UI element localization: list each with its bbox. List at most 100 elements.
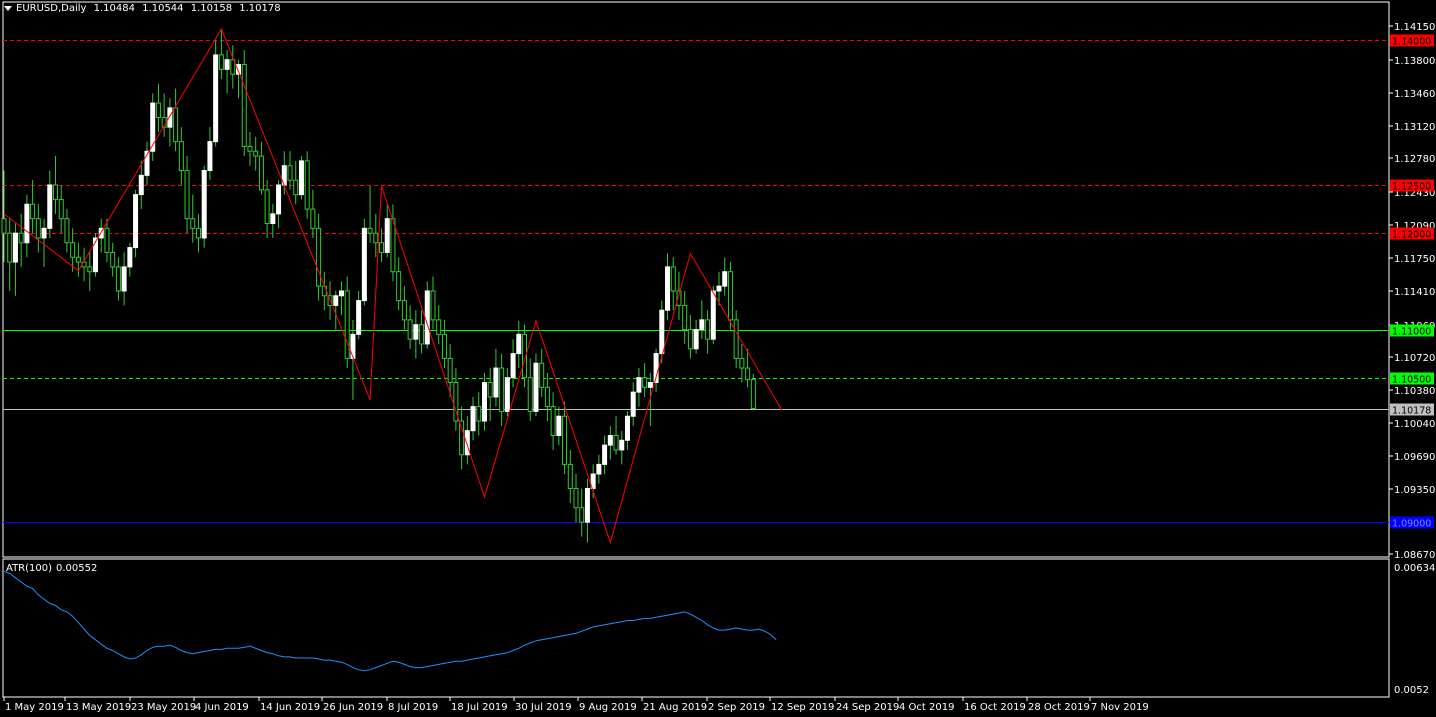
x-tick-label: 9 Aug 2019: [579, 702, 637, 713]
bull-candle: [41, 227, 47, 239]
bear-candle: [539, 362, 545, 388]
x-tick-label: 26 Jun 2019: [323, 702, 383, 713]
x-tick-label: 24 Sep 2019: [836, 702, 899, 713]
y-tick-label: 1.11410: [1394, 287, 1435, 298]
level-price-label: 1.14000: [1392, 37, 1431, 48]
bull-candle: [338, 290, 344, 297]
level-price-label: 1.10500: [1392, 375, 1431, 386]
bull-candle: [510, 353, 516, 379]
bull-candle: [699, 319, 705, 331]
bull-candle: [298, 160, 304, 196]
bear-candle: [304, 160, 310, 210]
x-tick-label: 18 Jul 2019: [451, 702, 508, 713]
bear-candle: [104, 227, 110, 253]
bull-candle: [504, 377, 510, 412]
bull-candle: [470, 406, 476, 432]
bull-candle: [133, 194, 139, 249]
bear-candle: [579, 507, 585, 523]
bull-candle: [384, 218, 390, 253]
atr-panel-frame: [2, 558, 1390, 698]
bear-candle: [750, 379, 756, 410]
bull-candle: [602, 444, 608, 465]
bear-candle: [733, 319, 739, 359]
bear-candle: [447, 357, 453, 383]
bear-candle: [18, 232, 24, 244]
bear-candle: [247, 145, 253, 152]
bear-candle: [367, 227, 373, 234]
bear-candle: [64, 218, 70, 244]
bull-candle: [361, 227, 367, 302]
level-price-label: 1.09000: [1392, 519, 1431, 530]
y-tick-label: 1.09690: [1394, 452, 1435, 463]
bear-candle: [178, 141, 184, 172]
bull-candle: [636, 377, 642, 393]
bear-candle: [115, 266, 121, 292]
bull-candle: [127, 247, 133, 268]
bear-candle: [35, 218, 41, 239]
bear-candle: [682, 304, 688, 331]
bull-candle: [12, 232, 18, 263]
bear-candle: [58, 198, 64, 220]
bull-candle: [333, 295, 339, 306]
bear-candle: [499, 367, 505, 412]
bear-candle: [745, 367, 751, 381]
y-tick-label: 1.10040: [1394, 419, 1435, 430]
bear-candle: [687, 329, 693, 350]
level-price-label: 1.12500: [1392, 182, 1431, 193]
x-tick-label: 16 Oct 2019: [964, 702, 1026, 713]
x-tick-label: 30 Jul 2019: [515, 702, 572, 713]
y-tick-label: 1.10720: [1394, 353, 1435, 364]
x-tick-label: 21 Aug 2019: [643, 702, 707, 713]
bear-candle: [401, 300, 407, 321]
bull-candle: [276, 184, 282, 215]
bear-candle: [573, 487, 579, 509]
price-chart[interactable]: 1.141501.138001.134601.131201.127801.124…: [0, 0, 1436, 717]
x-tick-label: 23 May 2019: [131, 702, 196, 713]
bull-candle: [630, 391, 636, 417]
bear-candle: [544, 386, 550, 408]
bear-candle: [670, 266, 676, 292]
bear-candle: [379, 242, 385, 253]
bear-candle: [642, 377, 648, 388]
bear-candle: [52, 184, 58, 200]
bull-candle: [93, 237, 99, 273]
bear-candle: [87, 266, 93, 273]
bull-candle: [722, 271, 728, 287]
y-tick-label: 1.13120: [1394, 122, 1435, 133]
bull-candle: [224, 59, 230, 70]
bull-candle: [413, 324, 419, 340]
y-tick-label: 1.09350: [1394, 485, 1435, 496]
bull-candle: [24, 203, 30, 244]
bear-candle: [487, 381, 493, 398]
bear-candle: [436, 319, 442, 335]
level-price-label: 1.11000: [1392, 327, 1431, 338]
y-tick-label: 1.12780: [1394, 154, 1435, 165]
bull-candle: [270, 213, 276, 225]
bear-candle: [75, 256, 81, 263]
bear-candle: [253, 150, 259, 157]
candles: [1, 28, 756, 543]
bear-candle: [476, 406, 482, 422]
bear-candle: [173, 107, 179, 143]
x-tick-label: 1 May 2019: [5, 702, 64, 713]
main-panel-frame: [2, 1, 1390, 558]
bear-candle: [550, 406, 556, 436]
bear-candle: [241, 64, 247, 147]
bear-candle: [567, 463, 573, 489]
bull-candle: [150, 102, 156, 152]
bull-candle: [207, 141, 213, 172]
bear-candle: [344, 290, 350, 359]
bull-candle: [533, 362, 539, 412]
bear-candle: [407, 319, 413, 340]
y-tick-label: 1.13800: [1394, 56, 1435, 67]
bull-candle: [213, 54, 219, 143]
bear-candle: [218, 54, 224, 70]
x-tick-label: 4 Oct 2019: [899, 702, 954, 713]
atr-y-tick-label: 0.0052: [1394, 685, 1429, 696]
bull-candle: [121, 266, 127, 292]
bear-candle: [739, 357, 745, 369]
y-tick-label: 1.10380: [1394, 386, 1435, 397]
bull-candle: [710, 290, 716, 340]
bear-candle: [264, 189, 270, 225]
x-tick-label: 28 Oct 2019: [1028, 702, 1090, 713]
